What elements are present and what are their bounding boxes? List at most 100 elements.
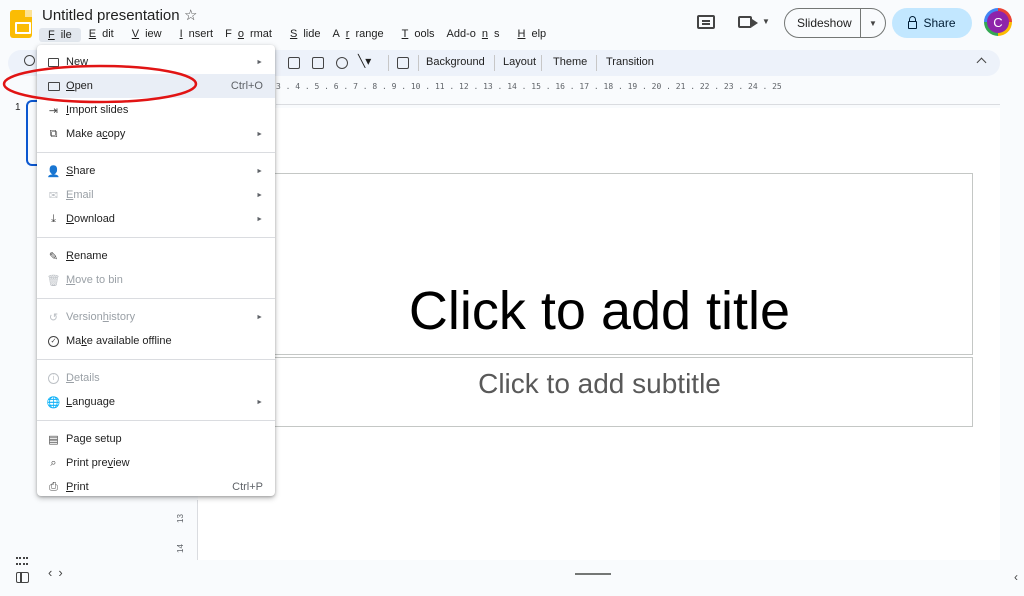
transition-button[interactable]: Transition <box>606 56 654 68</box>
divider <box>596 55 597 71</box>
menu-insert[interactable]: Insert <box>174 28 224 42</box>
page-setup-icon: ▤ <box>48 433 59 446</box>
add-comment-icon[interactable] <box>397 57 409 69</box>
video-call-icon[interactable] <box>738 16 758 28</box>
import-icon: ⇥ <box>48 104 59 117</box>
horizontal-ruler: 3 . 4 . 5 . 6 . 7 . 8 . 9 . 10 . 11 . 12… <box>276 82 782 91</box>
menu-addons[interactable]: Add-o n s <box>447 28 510 42</box>
shape-icon[interactable] <box>336 57 348 69</box>
menu-divider <box>37 152 275 153</box>
shortcut-open: Ctrl+O <box>230 80 263 92</box>
info-icon: i <box>47 372 60 385</box>
divider <box>541 55 542 71</box>
slideshow-button[interactable]: Slideshow ▼ <box>784 8 886 38</box>
menu-slide[interactable]: Slide <box>284 28 330 42</box>
submenu-arrow-icon: ► <box>256 167 263 175</box>
email-icon: ✉ <box>48 189 59 202</box>
new-slide-icon <box>47 56 60 69</box>
share-label: Share <box>923 16 956 30</box>
submenu-arrow-icon: ► <box>256 313 263 321</box>
menu-divider <box>37 420 275 421</box>
file-menu: New ► Open Ctrl+O ⇥ Import slides ⧉ Make… <box>37 45 275 496</box>
shortcut-print: Ctrl+P <box>232 481 263 493</box>
divider <box>388 55 389 71</box>
speaker-notes-handle[interactable] <box>575 573 611 575</box>
menu-tools[interactable]: Tools <box>396 28 445 42</box>
chevron-down-icon[interactable]: ▼ <box>861 19 885 28</box>
menu-item-page-setup[interactable]: ▤ Pa g e setup <box>37 427 275 451</box>
menu-item-make-available-offline[interactable]: ✓ Ma k e available offline <box>37 329 275 353</box>
menu-bar: File Edit View Insert Fo rmat Slide Ar ran… <box>39 28 558 42</box>
slide-number: 1 <box>15 102 21 113</box>
menu-arrange[interactable]: Ar range <box>332 28 393 42</box>
avatar[interactable]: C <box>984 8 1012 36</box>
menu-item-version-history[interactable]: ↺ Version h istory ► <box>37 305 275 329</box>
line-icon[interactable]: ╲▾ <box>358 54 371 68</box>
chevron-down-icon[interactable]: ▼ <box>762 17 770 26</box>
menu-format[interactable]: Fo rmat <box>225 28 282 42</box>
select-frame-icon[interactable] <box>288 57 300 69</box>
trash-icon: 🗑 <box>46 274 61 287</box>
layout-button[interactable]: Layout <box>503 56 536 68</box>
vertical-ruler: 13 14 <box>170 500 198 560</box>
document-title[interactable]: Untitled presentation <box>42 7 180 24</box>
menu-item-share[interactable]: 👤 Share ► <box>37 159 275 183</box>
submenu-arrow-icon: ► <box>256 191 263 199</box>
menu-item-make-a-copy[interactable]: ⧉ Make a c opy ► <box>37 122 275 146</box>
filmstrip-toggle-icon[interactable] <box>16 572 29 583</box>
subtitle-placeholder[interactable]: Click to add subtitle <box>226 357 973 427</box>
app-header: Untitled presentation ☆ File Edit View I… <box>0 0 1024 48</box>
folder-icon <box>47 80 60 93</box>
globe-icon: 🌐 <box>46 396 61 409</box>
menu-item-print-preview[interactable]: ⌕ Print pre v iew <box>37 451 275 475</box>
theme-button[interactable]: Theme <box>553 56 587 68</box>
menu-divider <box>37 298 275 299</box>
footer <box>0 560 1024 596</box>
star-icon[interactable]: ☆ <box>184 6 197 24</box>
slideshow-label[interactable]: Slideshow <box>785 16 860 30</box>
chevron-up-icon[interactable] <box>976 57 987 68</box>
side-panel-arrow-icon[interactable]: ‹ <box>1014 570 1018 584</box>
download-icon: ⤓ <box>51 212 56 225</box>
share-person-icon: 👤 <box>46 165 61 178</box>
menu-item-download[interactable]: ⤓ Download ► <box>37 207 275 231</box>
menu-divider <box>37 237 275 238</box>
submenu-arrow-icon: ► <box>256 398 263 406</box>
menu-help[interactable]: Help <box>512 28 557 42</box>
submenu-arrow-icon: ► <box>256 130 263 138</box>
menu-item-import-slides[interactable]: ⇥ Import slides <box>37 98 275 122</box>
menu-view[interactable]: View <box>126 28 172 42</box>
submenu-arrow-icon: ► <box>256 215 263 223</box>
search-menus-icon[interactable] <box>24 55 35 66</box>
menu-item-details[interactable]: i Details <box>37 366 275 390</box>
history-icon: ↺ <box>48 311 59 324</box>
submenu-arrow-icon: ► <box>256 58 263 66</box>
share-button[interactable]: Share <box>892 8 972 38</box>
menu-divider <box>37 359 275 360</box>
ruler-baseline <box>276 104 1000 105</box>
slide-nav-arrows-icon[interactable]: ‹› <box>48 565 69 580</box>
menu-item-new[interactable]: New ► <box>37 50 275 74</box>
menu-item-open[interactable]: Open Ctrl+O <box>37 74 275 98</box>
menu-item-rename[interactable]: ✎ Rename <box>37 244 275 268</box>
subtitle-placeholder-text: Click to add subtitle <box>478 368 721 399</box>
title-placeholder[interactable]: Click to add title <box>226 173 973 355</box>
slides-logo-icon[interactable] <box>10 10 32 38</box>
menu-item-language[interactable]: 🌐 Language ► <box>37 390 275 414</box>
comments-icon[interactable] <box>697 15 715 29</box>
divider <box>494 55 495 71</box>
lock-icon <box>908 15 918 29</box>
print-preview-icon: ⌕ <box>50 456 57 469</box>
menu-edit[interactable]: Edit <box>83 28 124 42</box>
offline-icon: ✓ <box>47 335 60 348</box>
image-icon[interactable] <box>312 57 324 69</box>
grid-view-icon[interactable] <box>16 557 28 565</box>
background-button[interactable]: Background <box>426 56 485 68</box>
menu-item-email[interactable]: ✉ Email ► <box>37 183 275 207</box>
ruler-tick: 13 <box>175 514 185 523</box>
menu-item-print[interactable]: ⎙ Print Ctrl+P <box>37 475 275 499</box>
divider <box>418 55 419 71</box>
ruler-tick: 14 <box>175 544 185 553</box>
menu-item-move-to-bin[interactable]: 🗑 Move to bin <box>37 268 275 292</box>
menu-file[interactable]: File <box>39 28 81 42</box>
